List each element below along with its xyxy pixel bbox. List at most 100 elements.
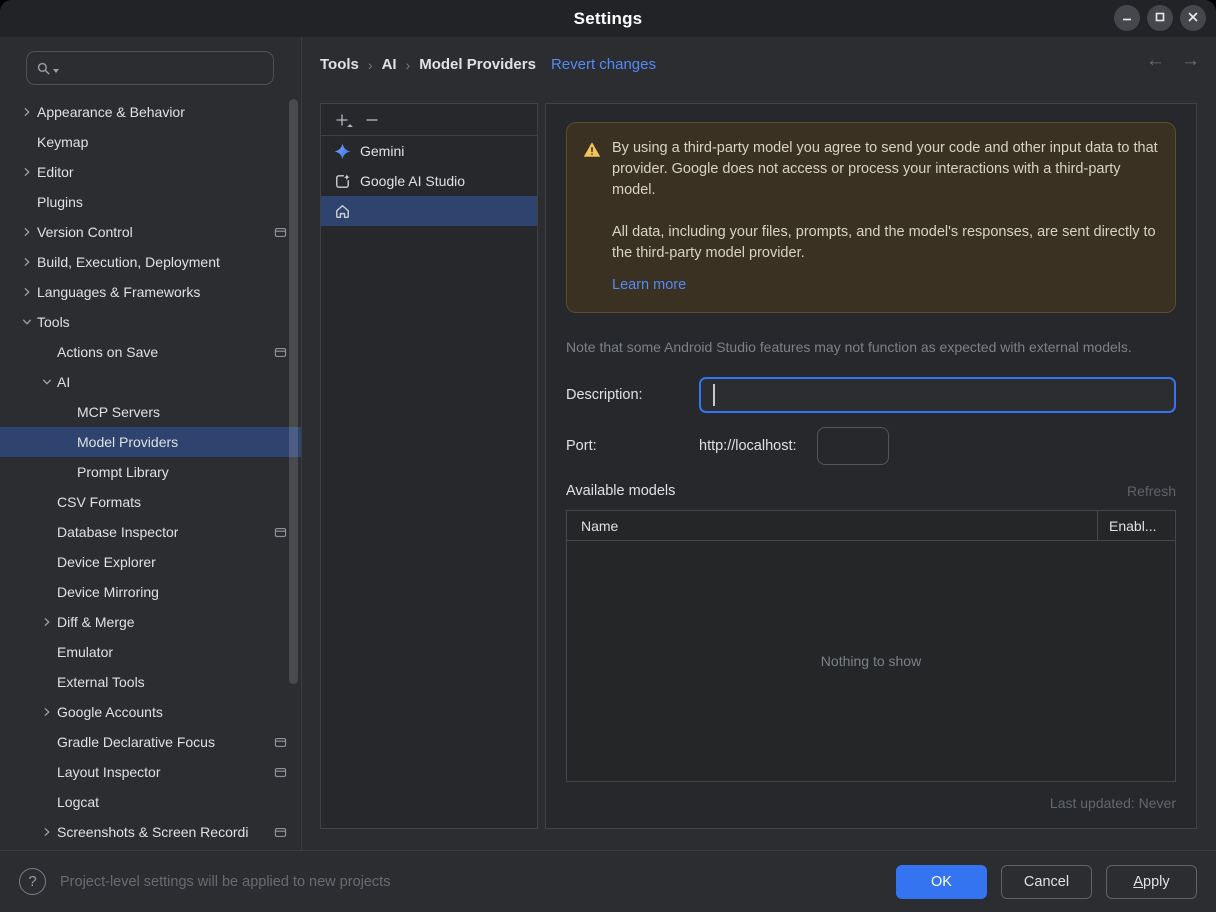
breadcrumb-ai[interactable]: AI <box>382 56 397 73</box>
sidebar-item-appearance-behavior[interactable]: Appearance & Behavior <box>0 97 301 127</box>
last-updated-text: Last updated: Never <box>1049 795 1176 811</box>
ok-button[interactable]: OK <box>896 864 987 899</box>
sidebar-item-label: Actions on Save <box>57 344 159 360</box>
minimize-button[interactable] <box>1114 5 1140 31</box>
sidebar-item-model-providers[interactable]: Model Providers <box>0 427 301 457</box>
sidebar-item-actions-on-save[interactable]: Actions on Save <box>0 337 301 367</box>
search-history-chevron-icon <box>53 68 59 73</box>
sidebar-item-ai[interactable]: AI <box>0 367 301 397</box>
sidebar-item-label: Logcat <box>57 794 100 810</box>
sidebar-scrollbar[interactable] <box>289 99 298 684</box>
port-input[interactable] <box>816 427 889 465</box>
sidebar-item-label: Emulator <box>57 644 114 660</box>
chevron-right-icon[interactable] <box>16 284 37 300</box>
title-bar: Settings <box>0 0 1216 37</box>
provider-toolbar <box>321 104 537 136</box>
chevron-right-icon[interactable] <box>16 104 37 120</box>
chevron-right-icon[interactable] <box>16 164 37 180</box>
breadcrumb-model-providers[interactable]: Model Providers <box>419 56 536 73</box>
sidebar-item-google-accounts[interactable]: Google Accounts <box>0 697 301 727</box>
chevron-right-icon[interactable] <box>36 614 57 630</box>
warning-paragraph-2: All data, including your files, prompts,… <box>612 224 1156 261</box>
back-icon[interactable]: ← <box>1146 51 1165 70</box>
column-header-name[interactable]: Name <box>567 511 1097 540</box>
search-input[interactable] <box>61 60 264 76</box>
models-table-body: Nothing to show <box>567 541 1175 781</box>
sidebar-item-mcp-servers[interactable]: MCP Servers <box>0 397 301 427</box>
provider-item-gemini[interactable]: Gemini <box>321 136 537 166</box>
sidebar-item-languages-frameworks[interactable]: Languages & Frameworks <box>0 277 301 307</box>
close-button[interactable] <box>1180 5 1206 31</box>
provider-list-panel: Gemini Google AI Studio <box>320 103 538 829</box>
window-title: Settings <box>573 8 643 28</box>
sidebar-item-editor[interactable]: Editor <box>0 157 301 187</box>
sidebar-item-database-inspector[interactable]: Database Inspector <box>0 517 301 547</box>
breadcrumb-tools[interactable]: Tools <box>320 56 359 73</box>
chevron-down-icon[interactable] <box>16 314 37 330</box>
chevron-right-icon[interactable] <box>16 254 37 270</box>
models-table-header: Name Enabl... <box>567 511 1175 541</box>
sidebar-item-build-execution-deployment[interactable]: Build, Execution, Deployment <box>0 247 301 277</box>
remove-provider-button[interactable] <box>359 108 385 132</box>
provider-item-local-provider[interactable] <box>321 196 537 226</box>
description-input[interactable] <box>699 377 1176 413</box>
sidebar-item-device-explorer[interactable]: Device Explorer <box>0 547 301 577</box>
chevron-right-icon[interactable] <box>36 704 57 720</box>
maximize-button[interactable] <box>1147 5 1173 31</box>
chevron-down-icon[interactable] <box>36 374 57 390</box>
sidebar-item-device-mirroring[interactable]: Device Mirroring <box>0 577 301 607</box>
sidebar-item-diff-merge[interactable]: Diff & Merge <box>0 607 301 637</box>
sidebar-item-prompt-library[interactable]: Prompt Library <box>0 457 301 487</box>
sidebar-item-layout-inspector[interactable]: Layout Inspector <box>0 757 301 787</box>
maximize-icon <box>1154 11 1166 26</box>
model-provider-form: By using a third-party model you agree t… <box>545 103 1197 829</box>
sidebar-item-label: Screenshots & Screen Recordi <box>57 824 249 840</box>
minimize-icon <box>1121 11 1133 26</box>
port-label: Port: <box>566 438 597 454</box>
sidebar-item-label: Languages & Frameworks <box>37 284 201 300</box>
column-header-enabled[interactable]: Enabl... <box>1097 511 1175 540</box>
sidebar-item-gradle-declarative-focus[interactable]: Gradle Declarative Focus <box>0 727 301 757</box>
sidebar-item-label: Google Accounts <box>57 704 163 720</box>
chevron-right-icon[interactable] <box>36 824 57 840</box>
external-models-note: Note that some Android Studio features m… <box>566 339 1132 355</box>
search-box[interactable] <box>26 51 274 85</box>
sidebar-item-plugins[interactable]: Plugins <box>0 187 301 217</box>
sidebar-item-csv-formats[interactable]: CSV Formats <box>0 487 301 517</box>
sidebar-item-tools[interactable]: Tools <box>0 307 301 337</box>
revert-changes-link[interactable]: Revert changes <box>551 56 656 73</box>
sidebar-item-label: Plugins <box>37 194 83 210</box>
text-caret <box>713 384 715 406</box>
provider-list: Gemini Google AI Studio <box>321 136 537 226</box>
port-row: Port: http://localhost: <box>566 427 1176 465</box>
apply-button[interactable]: Apply <box>1106 864 1197 899</box>
learn-more-link[interactable]: Learn more <box>612 275 686 296</box>
footer-buttons: OK Cancel Apply <box>896 864 1197 899</box>
add-provider-button[interactable] <box>329 108 355 132</box>
refresh-button[interactable]: Refresh <box>1127 483 1176 499</box>
sidebar-item-label: Tools <box>37 314 70 330</box>
empty-state-text: Nothing to show <box>820 653 922 669</box>
close-icon <box>1187 11 1199 26</box>
ai-studio-icon <box>334 173 351 190</box>
sidebar-item-version-control[interactable]: Version Control <box>0 217 301 247</box>
description-input-wrap <box>699 377 1176 413</box>
sidebar-item-logcat[interactable]: Logcat <box>0 787 301 817</box>
help-icon[interactable]: ? <box>19 868 46 895</box>
cancel-button[interactable]: Cancel <box>1001 864 1092 899</box>
chevron-right-icon[interactable] <box>16 224 37 240</box>
warning-paragraph-1: By using a third-party model you agree t… <box>612 140 1158 198</box>
sidebar-item-external-tools[interactable]: External Tools <box>0 667 301 697</box>
sidebar-item-emulator[interactable]: Emulator <box>0 637 301 667</box>
sidebar-item-keymap[interactable]: Keymap <box>0 127 301 157</box>
forward-icon[interactable]: → <box>1181 51 1200 70</box>
sidebar-item-screenshots-screen-recordi[interactable]: Screenshots & Screen Recordi <box>0 817 301 847</box>
provider-item-google-ai-studio[interactable]: Google AI Studio <box>321 166 537 196</box>
